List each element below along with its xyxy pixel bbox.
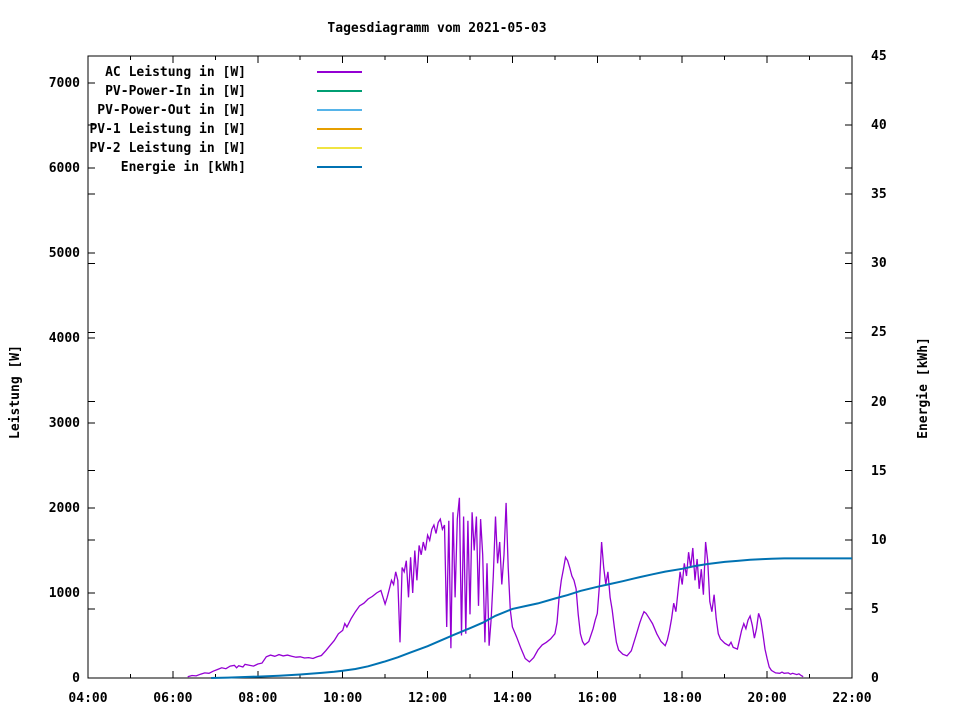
y1-tick-label: 1000	[48, 586, 80, 601]
y2-tick-label: 25	[871, 325, 887, 341]
x-tick-label: 06:00	[153, 691, 193, 706]
y2-tick-label: 15	[871, 463, 887, 479]
x-tick-label: 04:00	[68, 691, 108, 706]
y1-tick-label: 5000	[48, 246, 80, 262]
legend-label: AC Leistung in [W]	[105, 65, 246, 80]
legend-label: PV-Power-In in [W]	[105, 84, 246, 99]
y2-tick-label: 30	[871, 256, 887, 272]
y1-tick-label: 3000	[48, 416, 80, 431]
series-line-ac	[187, 497, 804, 678]
x-tick-label: 18:00	[662, 691, 702, 706]
y1-tick-label: 0	[72, 671, 80, 686]
y-axis-label-right: Energie [kWh]	[916, 337, 931, 439]
y2-tick-label: 0	[871, 671, 879, 686]
legend-label: PV-2 Leistung in [W]	[89, 141, 246, 156]
x-tick-label: 08:00	[238, 691, 278, 706]
x-tick-label: 22:00	[832, 691, 872, 706]
y1-tick-label: 2000	[48, 501, 80, 516]
chart-title: Tagesdiagramm vom 2021-05-03	[327, 21, 547, 36]
legend-label: PV-1 Leistung in [W]	[89, 122, 246, 137]
chart-canvas: Tagesdiagramm vom 2021-05-03 Leistung [W…	[0, 0, 960, 720]
y2-tick-label: 40	[871, 118, 887, 134]
x-tick-label: 16:00	[577, 691, 617, 706]
y1-tick-label: 4000	[48, 331, 80, 347]
y2-tick-label: 20	[871, 394, 887, 410]
x-tick-label: 12:00	[407, 691, 448, 706]
legend-label: Energie in [kWh]	[120, 160, 246, 175]
legend-label: PV-Power-Out in [W]	[97, 103, 246, 118]
y2-tick-label: 35	[871, 187, 887, 203]
y2-tick-label: 10	[871, 532, 887, 548]
x-tick-label: 20:00	[747, 691, 787, 706]
x-tick-label: 14:00	[492, 691, 533, 706]
y2-tick-label: 5	[871, 601, 879, 617]
y2-tick-label: 45	[871, 49, 887, 64]
x-tick-label: 10:00	[323, 691, 363, 706]
